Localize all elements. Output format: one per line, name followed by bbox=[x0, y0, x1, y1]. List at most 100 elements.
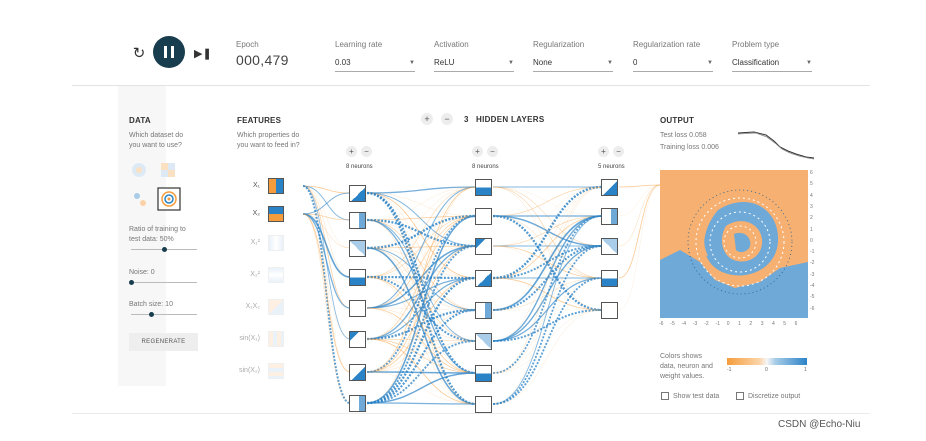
neuron-node[interactable] bbox=[349, 395, 366, 412]
feature-input-node[interactable] bbox=[268, 363, 284, 379]
neuron-node[interactable] bbox=[349, 240, 366, 257]
dropdown-select[interactable]: 0.03 ▼ bbox=[335, 56, 415, 72]
x-axis-tick: 4 bbox=[772, 321, 775, 327]
noise-slider-handle[interactable] bbox=[129, 280, 134, 285]
weight-connection[interactable] bbox=[302, 213, 351, 340]
weight-connection[interactable] bbox=[302, 213, 351, 373]
neuron-node[interactable] bbox=[601, 238, 618, 255]
dataset-gaussian-icon[interactable] bbox=[134, 193, 146, 206]
remove-neuron-button[interactable]: − bbox=[361, 146, 372, 157]
step-forward-icon[interactable]: ▶❚ bbox=[194, 47, 212, 60]
dropdown-value: Classification bbox=[732, 58, 780, 67]
add-neuron-button[interactable]: + bbox=[598, 146, 609, 157]
epoch-label: Epoch bbox=[236, 40, 259, 49]
legend-tick-max: 1 bbox=[804, 367, 807, 373]
ratio-label-line1: Ratio of training to bbox=[129, 226, 186, 233]
noise-slider[interactable] bbox=[131, 282, 197, 283]
reset-icon[interactable]: ↻ bbox=[131, 46, 147, 62]
feature-input-node[interactable] bbox=[268, 206, 284, 222]
watermark: CSDN @Echo-Niu bbox=[778, 419, 861, 430]
dropdown-value: 0.03 bbox=[335, 58, 351, 67]
legend-text-2: data, neuron and bbox=[660, 363, 713, 370]
remove-neuron-button[interactable]: − bbox=[613, 146, 624, 157]
weight-connection[interactable] bbox=[492, 186, 603, 342]
weight-connection[interactable] bbox=[366, 402, 477, 405]
dropdown-select[interactable]: 0 ▼ bbox=[633, 56, 713, 72]
neuron-node[interactable] bbox=[475, 208, 492, 225]
output-title: OUTPUT bbox=[660, 116, 695, 125]
batch-size-slider-handle[interactable] bbox=[148, 312, 154, 317]
neuron-count-label: 8 neurons bbox=[472, 164, 499, 170]
discretize-output-checkbox[interactable] bbox=[736, 392, 744, 400]
batch-size-slider[interactable] bbox=[131, 314, 197, 315]
y-axis-tick: -1 bbox=[810, 249, 815, 256]
neuron-node[interactable] bbox=[475, 396, 492, 413]
feature-input-node[interactable] bbox=[268, 267, 284, 283]
weight-connection[interactable] bbox=[302, 192, 351, 215]
weight-connection[interactable] bbox=[618, 184, 661, 311]
neuron-node[interactable] bbox=[349, 300, 366, 317]
neuron-node[interactable] bbox=[475, 333, 492, 350]
neuron-node[interactable] bbox=[475, 365, 492, 382]
x-axis-tick: 3 bbox=[760, 321, 764, 327]
neuron-node[interactable] bbox=[349, 364, 366, 381]
weight-connection[interactable] bbox=[302, 213, 351, 278]
neuron-node[interactable] bbox=[475, 270, 492, 287]
batch-size-label: Batch size: 10 bbox=[129, 301, 173, 308]
y-axis-tick: 6 bbox=[810, 170, 813, 176]
neuron-node[interactable] bbox=[601, 179, 618, 196]
weight-connection[interactable] bbox=[492, 186, 603, 311]
add-layer-button[interactable]: + bbox=[421, 113, 433, 125]
neuron-node[interactable] bbox=[601, 208, 618, 225]
data-question-line1: Which dataset do bbox=[129, 132, 184, 139]
dataset-xor-icon[interactable] bbox=[161, 163, 175, 177]
dropdown-value: ReLU bbox=[434, 58, 455, 67]
pause-button[interactable] bbox=[153, 36, 185, 68]
neuron-node[interactable] bbox=[475, 179, 492, 196]
feature-input-node[interactable] bbox=[268, 331, 284, 347]
neuron-node[interactable] bbox=[475, 302, 492, 319]
weight-connection[interactable] bbox=[302, 185, 351, 373]
remove-layer-button[interactable]: − bbox=[441, 113, 453, 125]
dataset-circle-icon[interactable] bbox=[132, 163, 146, 177]
legend-tick-mid: 0 bbox=[765, 367, 768, 373]
weight-connection[interactable] bbox=[366, 186, 477, 340]
data-title: DATA bbox=[129, 116, 151, 125]
feature-label: sin(X₁) bbox=[239, 335, 260, 342]
dropdown-select[interactable]: Classification ▼ bbox=[732, 56, 812, 72]
neuron-node[interactable] bbox=[601, 270, 618, 287]
data-question-line2: you want to use? bbox=[129, 142, 182, 149]
dropdown-select[interactable]: None ▼ bbox=[533, 56, 613, 72]
weight-connection[interactable] bbox=[618, 184, 661, 247]
legend-text-1: Colors shows bbox=[660, 353, 703, 360]
regenerate-button[interactable]: REGENERATE bbox=[129, 333, 198, 351]
color-legend-bar bbox=[727, 358, 807, 365]
remove-neuron-button[interactable]: − bbox=[487, 146, 498, 157]
training-loss: Training loss 0.006 bbox=[660, 144, 719, 151]
show-test-data-checkbox[interactable] bbox=[661, 392, 669, 400]
x-axis-tick: -5 bbox=[670, 321, 675, 327]
feature-input-node[interactable] bbox=[268, 235, 284, 251]
weight-connection[interactable] bbox=[366, 192, 477, 217]
add-neuron-button[interactable]: + bbox=[472, 146, 483, 157]
weight-connection[interactable] bbox=[302, 213, 351, 404]
neuron-node[interactable] bbox=[601, 302, 618, 319]
feature-input-node[interactable] bbox=[268, 178, 284, 194]
legend-text-3: weight values. bbox=[660, 373, 705, 380]
ratio-slider-handle[interactable] bbox=[162, 247, 167, 252]
dataset-options bbox=[132, 163, 181, 211]
weight-connection[interactable] bbox=[618, 184, 661, 279]
y-axis-tick: 3 bbox=[810, 203, 813, 210]
feature-input-node[interactable] bbox=[268, 299, 284, 315]
neuron-node[interactable] bbox=[475, 238, 492, 255]
chevron-down-icon: ▼ bbox=[508, 60, 514, 66]
neuron-node[interactable] bbox=[349, 269, 366, 286]
neuron-node[interactable] bbox=[349, 185, 366, 202]
x-axis-tick: 5 bbox=[783, 321, 787, 327]
feature-label: X₂² bbox=[250, 271, 260, 278]
neuron-node[interactable] bbox=[349, 212, 366, 229]
dropdown-select[interactable]: ReLU ▼ bbox=[434, 56, 514, 72]
dataset-spiral-icon[interactable] bbox=[157, 187, 181, 211]
add-neuron-button[interactable]: + bbox=[346, 146, 357, 157]
neuron-node[interactable] bbox=[349, 331, 366, 348]
